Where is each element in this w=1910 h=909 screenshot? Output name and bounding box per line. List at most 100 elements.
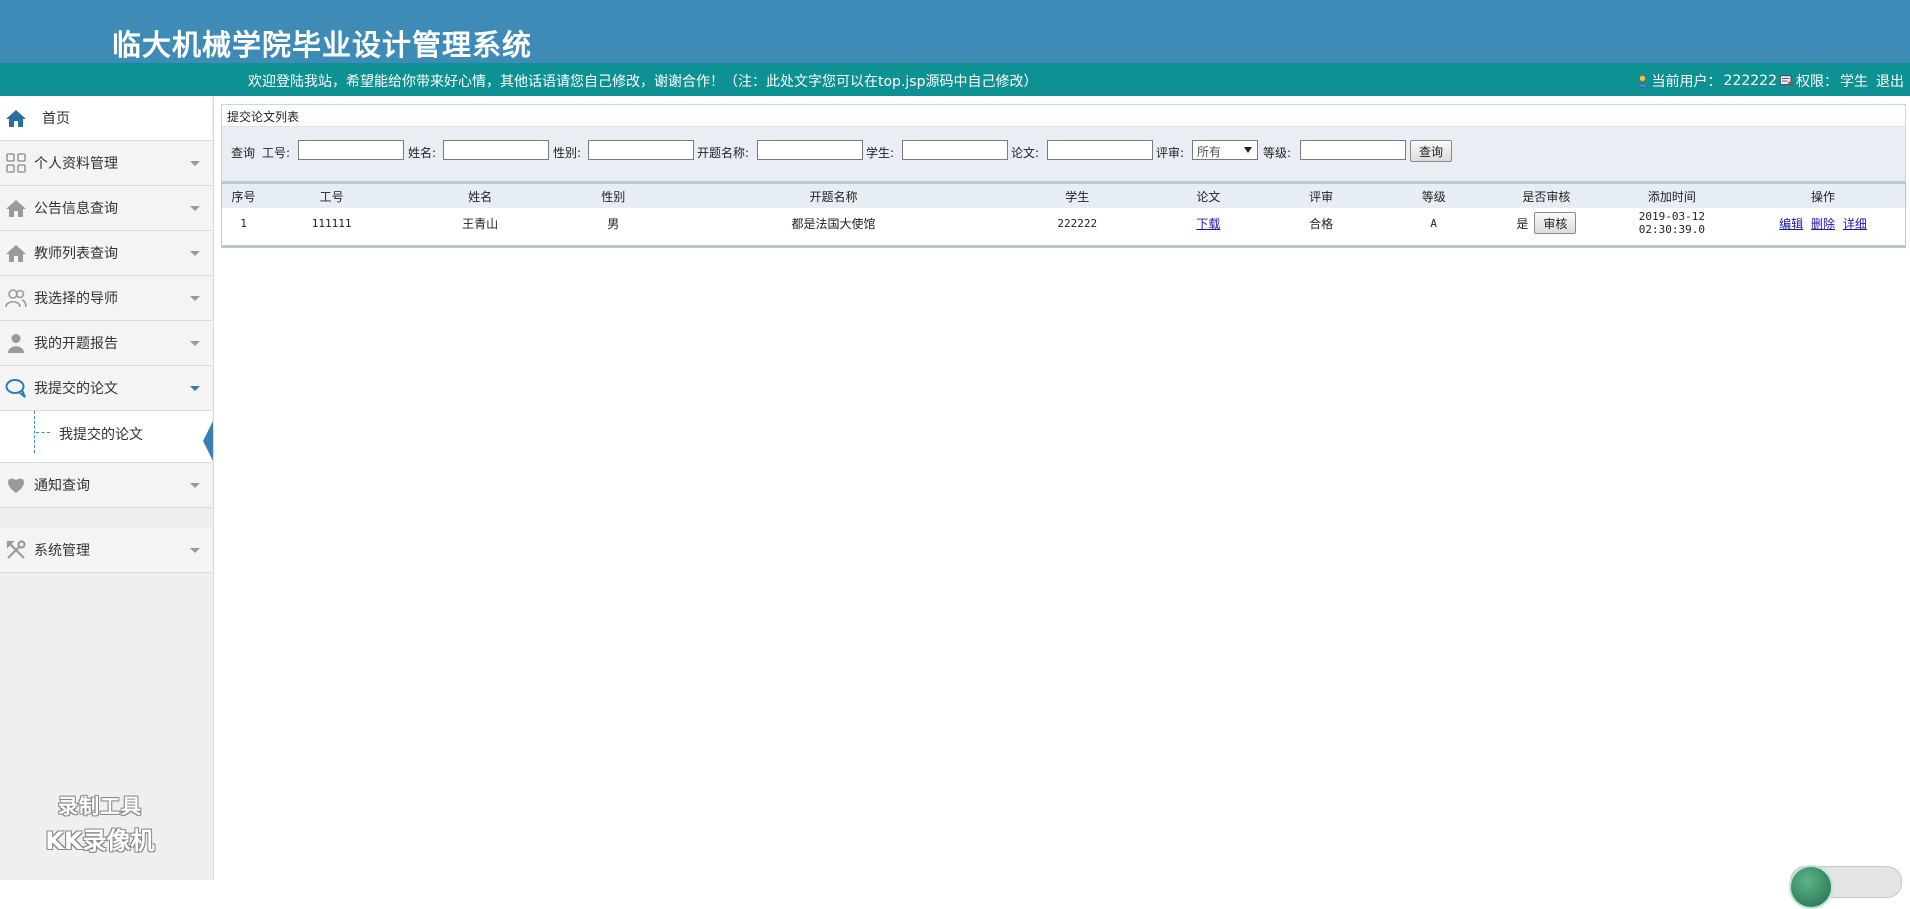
cell-audited: 是 审核 [1490, 208, 1603, 238]
sidebar-item-notices[interactable]: 通知查询 [0, 463, 212, 508]
sidebar-item-home[interactable]: 首页 [0, 96, 212, 141]
welcome-text: 欢迎登陆我站，希望能给你带来好心情，其他话语请您自己修改，谢谢合作！（注：此处文… [248, 74, 1038, 90]
audited-value: 是 [1516, 216, 1529, 231]
heart-icon [4, 473, 28, 497]
user-info: 当前用户： 222222 权限： 学生 退出 [1635, 71, 1904, 91]
topic-label: 开题名称: [697, 146, 750, 160]
sidebar-item-announcements[interactable]: 公告信息查询 [0, 186, 212, 231]
current-user-value: 222222 [1723, 73, 1777, 89]
sidebar-item-my-papers[interactable]: 我提交的论文 [0, 366, 212, 411]
name-input[interactable] [443, 140, 549, 160]
cell-grade: A [1430, 216, 1438, 230]
chevron-down-icon [190, 206, 200, 211]
sidebar-item-profile[interactable]: 个人资料管理 [0, 141, 212, 186]
col-header: 工号 [265, 184, 399, 208]
grade-input[interactable] [1300, 140, 1406, 160]
paper-label: 论文: [1011, 146, 1040, 160]
panel-title: 提交论文列表 [227, 110, 300, 124]
sidebar: 首页 个人资料管理 公告信息查询 教师列表查询 我选择的导师 我的开题报告 我提… [0, 96, 214, 880]
submenu-tree-branch [36, 432, 50, 433]
sidebar-item-system[interactable]: 系统管理 [0, 528, 212, 573]
tools-icon [4, 538, 28, 562]
papers-table-container: 序号 工号 姓名 性别 开题名称 学生 论文 评审 等级 是否审核 添加时间 操… [221, 181, 1906, 248]
chevron-down-icon [190, 386, 200, 391]
sidebar-item-label: 公告信息查询 [34, 201, 118, 217]
cell-operations: 编辑 删除 详细 [1741, 208, 1905, 238]
sidebar-item-label: 我提交的论文 [34, 381, 118, 397]
chevron-down-icon [190, 341, 200, 346]
chevron-down-icon [190, 483, 200, 488]
sidebar-item-teachers[interactable]: 教师列表查询 [0, 231, 212, 276]
student-input[interactable] [902, 140, 1008, 160]
gender-input[interactable] [588, 140, 694, 160]
grade-label: 等级: [1263, 146, 1292, 160]
grid-icon [4, 151, 28, 175]
col-header: 开题名称 [664, 184, 1003, 208]
cell-gender: 男 [607, 216, 620, 231]
watermark-line-2: KK录像机 [45, 827, 155, 855]
table-row: 1 111111 王青山 男 都是法国大使馆 222222 下载 合格 A 是 … [222, 208, 1905, 238]
submenu-my-papers: 我提交的论文 [0, 411, 213, 463]
house-icon [4, 196, 28, 220]
review-label: 评审: [1156, 146, 1185, 160]
floating-widget[interactable] [1789, 865, 1902, 909]
submenu-item-my-papers[interactable]: 我提交的论文 [59, 424, 143, 444]
cell-paper: 下载 [1152, 208, 1265, 238]
table-header-row: 序号 工号 姓名 性别 开题名称 学生 论文 评审 等级 是否审核 添加时间 操… [222, 184, 1905, 208]
active-marker [203, 421, 213, 461]
role-label: 权限： [1796, 74, 1838, 90]
cell-index: 1 [240, 216, 247, 230]
search-query-label: 查询 [231, 146, 256, 160]
col-header: 操作 [1741, 184, 1905, 208]
logout-link[interactable]: 退出 [1876, 71, 1904, 91]
panel-header: 提交论文列表 [221, 104, 1906, 126]
topic-input[interactable] [757, 140, 863, 160]
cell-name: 王青山 [462, 216, 499, 231]
chevron-down-icon [190, 161, 200, 166]
sidebar-item-label: 我选择的导师 [34, 291, 118, 307]
recorder-watermark: 录制工具 KK录像机 [30, 790, 170, 856]
review-select-value: 所有 [1197, 145, 1222, 159]
detail-link[interactable]: 详细 [1843, 217, 1867, 231]
chevron-down-icon [190, 251, 200, 256]
search-form: 查询 工号: 姓名: 性别: 开题名称: 学生: 论文: 评审: 所有 等级: … [221, 126, 1906, 183]
audit-button[interactable]: 审核 [1534, 212, 1577, 234]
sidebar-item-label: 通知查询 [34, 478, 90, 494]
col-header: 等级 [1377, 184, 1491, 208]
gh-input[interactable] [298, 140, 404, 160]
sidebar-item-proposal[interactable]: 我的开题报告 [0, 321, 212, 366]
col-header: 姓名 [398, 184, 563, 208]
cell-topic: 都是法国大使馆 [791, 216, 876, 231]
user-icon [4, 331, 28, 355]
chevron-down-icon [190, 296, 200, 301]
users-icon [4, 286, 28, 310]
student-label: 学生: [866, 146, 895, 160]
papers-table: 序号 工号 姓名 性别 开题名称 学生 论文 评审 等级 是否审核 添加时间 操… [222, 184, 1905, 238]
col-header: 学生 [1002, 184, 1153, 208]
chevron-down-icon [190, 548, 200, 553]
sidebar-item-my-advisor[interactable]: 我选择的导师 [0, 276, 212, 321]
house-icon [4, 241, 28, 265]
home-icon [4, 106, 28, 130]
user-icon [1636, 74, 1648, 88]
download-link[interactable]: 下载 [1196, 217, 1220, 231]
current-user-label: 当前用户： [1651, 74, 1722, 90]
role-icon [1779, 75, 1794, 87]
review-select[interactable]: 所有 [1192, 140, 1258, 160]
info-bar: 欢迎登陆我站，希望能给你带来好心情，其他话语请您自己修改，谢谢合作！（注：此处文… [0, 63, 1910, 96]
paper-input[interactable] [1047, 140, 1153, 160]
gender-label: 性别: [553, 146, 582, 160]
submenu-tree-line [34, 411, 35, 453]
gh-label: 工号: [262, 146, 291, 160]
floating-ball-icon [1789, 865, 1833, 909]
edit-link[interactable]: 编辑 [1779, 217, 1803, 231]
cell-gh: 111111 [311, 216, 352, 230]
cell-student: 222222 [1057, 216, 1098, 230]
watermark-line-1: 录制工具 [58, 794, 142, 818]
dropdown-arrow-icon [1244, 147, 1252, 153]
chat-icon [4, 376, 28, 400]
delete-link[interactable]: 删除 [1811, 217, 1835, 231]
col-header: 论文 [1152, 184, 1265, 208]
role-value: 学生 [1840, 74, 1868, 90]
search-button[interactable]: 查询 [1410, 140, 1453, 162]
